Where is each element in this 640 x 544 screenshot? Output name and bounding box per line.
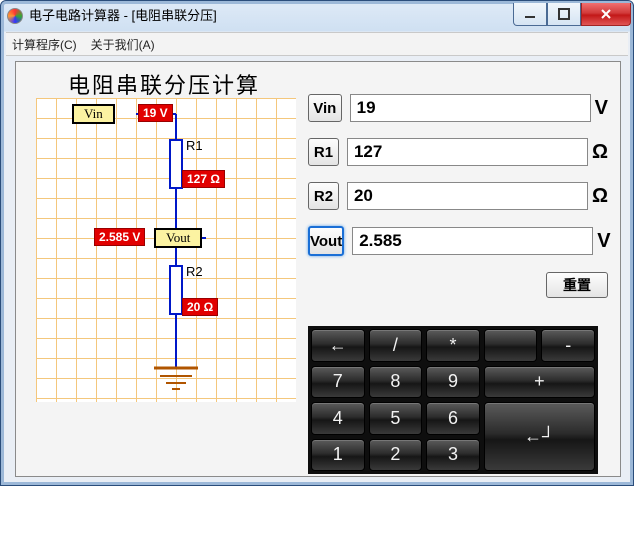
r1-input[interactable] xyxy=(347,138,588,166)
vout-unit: V xyxy=(597,230,610,253)
key-blank[interactable] xyxy=(484,329,538,362)
key-5[interactable]: 5 xyxy=(369,402,423,435)
page-title: 电阻串联分压计算 xyxy=(68,68,260,100)
key-4[interactable]: 4 xyxy=(311,402,365,435)
r1-value-badge: 127 Ω xyxy=(182,170,225,188)
app-window: 电子电路计算器 - [电阻串联分压] 计算程序(C) 关于我们(A) 电阻串联分… xyxy=(0,0,634,486)
minimize-button[interactable] xyxy=(513,3,547,26)
vout-button[interactable]: Vout xyxy=(308,226,344,256)
r1-label: R1 xyxy=(186,138,203,153)
menubar: 计算程序(C) 关于我们(A) xyxy=(6,32,628,56)
menu-calc[interactable]: 计算程序(C) xyxy=(12,36,77,53)
menu-about[interactable]: 关于我们(A) xyxy=(91,36,155,53)
vin-chip: Vin xyxy=(72,104,115,124)
maximize-button[interactable] xyxy=(547,3,581,26)
r2-unit: Ω xyxy=(592,185,608,208)
r1-unit: Ω xyxy=(592,141,608,164)
r2-button[interactable]: R2 xyxy=(308,182,339,210)
row-r2: R2 Ω xyxy=(308,182,608,210)
close-button[interactable] xyxy=(581,3,631,26)
titlebar[interactable]: 电子电路计算器 - [电阻串联分压] xyxy=(1,1,633,31)
inputs-panel: Vin V R1 Ω R2 Ω Vout V 重置 xyxy=(308,94,608,308)
key-minus[interactable]: - xyxy=(541,329,595,362)
r1-button[interactable]: R1 xyxy=(308,138,339,166)
key-8[interactable]: 8 xyxy=(369,366,423,399)
app-icon xyxy=(7,8,23,24)
key-plus[interactable]: + xyxy=(484,366,595,399)
vin-button[interactable]: Vin xyxy=(308,94,342,122)
key-enter[interactable]: ←┘ xyxy=(484,402,595,471)
circuit-diagram: Vin Vout 19 V R1 127 Ω 2.585 V R2 20 Ω xyxy=(36,98,296,402)
client-panel: 电阻串联分压计算 Vin Vout 19 V R1 127 xyxy=(15,61,621,477)
vout-chip: Vout xyxy=(154,228,202,248)
reset-button[interactable]: 重置 xyxy=(546,272,608,298)
minimize-icon xyxy=(524,8,536,20)
vout-value-badge: 2.585 V xyxy=(94,228,145,246)
key-9[interactable]: 9 xyxy=(426,366,480,399)
key-6[interactable]: 6 xyxy=(426,402,480,435)
row-vin: Vin V xyxy=(308,94,608,122)
vout-input[interactable] xyxy=(352,227,593,255)
key-multiply[interactable]: * xyxy=(426,329,480,362)
key-divide[interactable]: / xyxy=(369,329,423,362)
row-vout: Vout V xyxy=(308,226,608,256)
key-7[interactable]: 7 xyxy=(311,366,365,399)
key-backspace[interactable]: ← xyxy=(311,329,365,362)
r2-value-badge: 20 Ω xyxy=(182,298,218,316)
close-icon xyxy=(599,8,613,20)
r2-input[interactable] xyxy=(347,182,588,210)
circuit-svg xyxy=(36,98,296,402)
vin-input[interactable] xyxy=(350,94,591,122)
maximize-icon xyxy=(558,8,570,20)
window-title: 电子电路计算器 - [电阻串联分压] xyxy=(29,1,217,31)
r2-label: R2 xyxy=(186,264,203,279)
row-r1: R1 Ω xyxy=(308,138,608,166)
vin-value-badge: 19 V xyxy=(138,104,173,122)
vin-unit: V xyxy=(595,97,608,120)
